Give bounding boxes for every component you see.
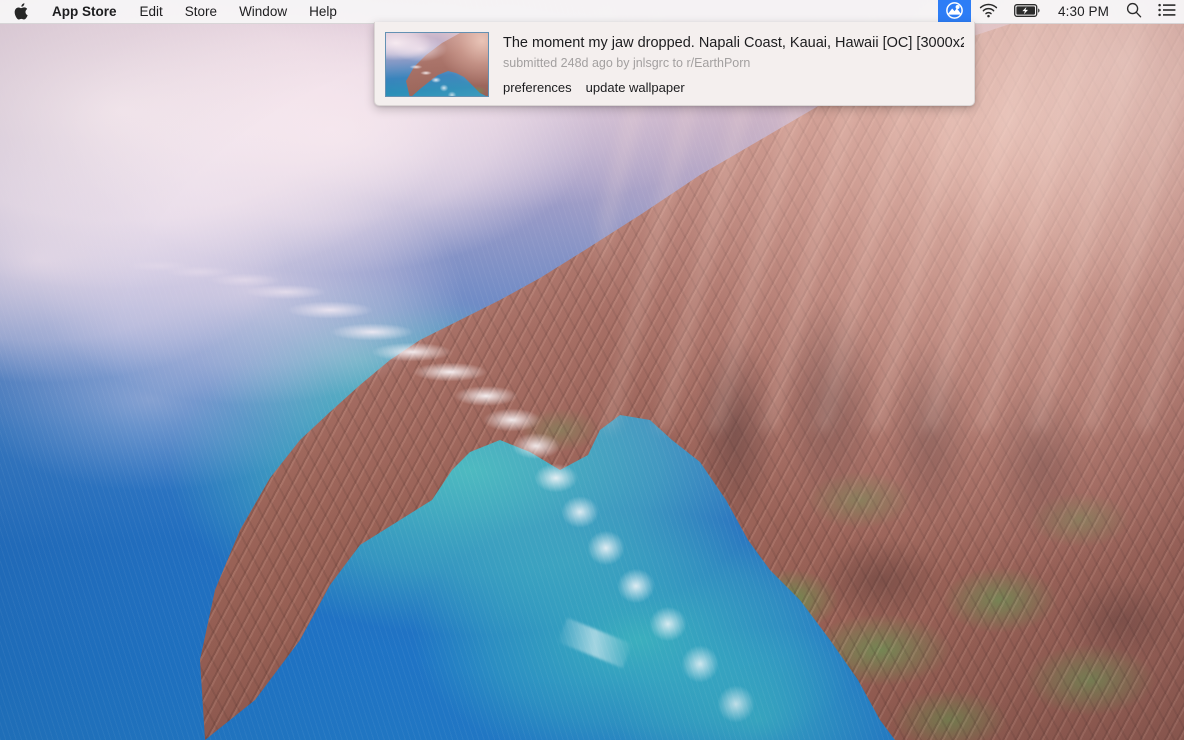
- wallpaper-post-submission-info: submitted 248d ago by jnlsgrc to r/Earth…: [503, 56, 751, 71]
- status-item-spotlight-search[interactable]: [1118, 0, 1150, 23]
- status-item-clock[interactable]: 4:30 PM: [1049, 0, 1118, 23]
- menu-item-window[interactable]: Window: [228, 0, 298, 23]
- wallpaper-thumbnail[interactable]: [385, 32, 489, 97]
- battery-charging-icon: [1014, 3, 1041, 20]
- search-icon: [1126, 2, 1142, 21]
- wallpaper-post-title: The moment my jaw dropped. Napali Coast,…: [503, 35, 964, 51]
- apple-menu-button[interactable]: [0, 0, 40, 23]
- desktop-wallpaper[interactable]: [0, 0, 1184, 740]
- menu-bar: App Store Edit Store Window Help 4:30 PM: [0, 0, 1184, 24]
- status-item-wifi[interactable]: [971, 0, 1006, 23]
- panel-action-links: preferences update wallpaper: [503, 80, 964, 95]
- list-lines-icon: [1158, 3, 1176, 20]
- update-wallpaper-link[interactable]: update wallpaper: [586, 80, 685, 95]
- thumbnail-sun-layer: [386, 33, 488, 96]
- panel-content: The moment my jaw dropped. Napali Coast,…: [489, 31, 964, 95]
- wifi-icon: [979, 3, 998, 21]
- menu-bar-left-group: App Store Edit Store Window Help: [0, 0, 348, 23]
- menu-item-store[interactable]: Store: [174, 0, 228, 23]
- photo-circle-icon: [946, 1, 963, 22]
- menu-item-help[interactable]: Help: [298, 0, 348, 23]
- menu-item-edit[interactable]: Edit: [129, 0, 174, 23]
- status-item-wallpaper-app[interactable]: [938, 0, 972, 23]
- apple-logo-icon: [14, 3, 28, 20]
- menu-bar-status-group: 4:30 PM: [938, 0, 1184, 23]
- wallpaper-app-dropdown-panel: The moment my jaw dropped. Napali Coast,…: [374, 22, 975, 106]
- status-item-notification-center[interactable]: [1150, 0, 1184, 23]
- status-item-battery[interactable]: [1006, 0, 1049, 23]
- menu-app-name-app-store[interactable]: App Store: [40, 0, 129, 23]
- preferences-link[interactable]: preferences: [503, 80, 572, 95]
- wallpaper-vignette: [0, 0, 1184, 740]
